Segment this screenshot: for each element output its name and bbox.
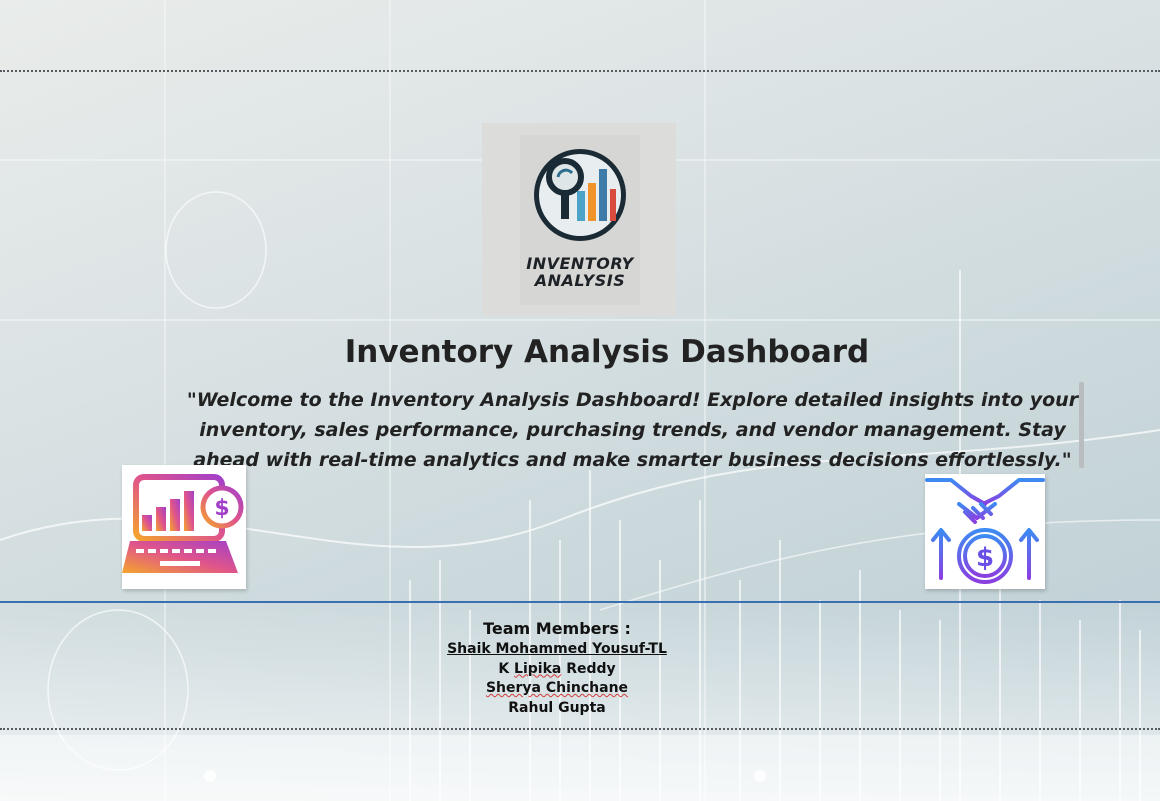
- svg-text:$: $: [214, 496, 229, 521]
- page-title: Inventory Analysis Dashboard: [344, 334, 870, 370]
- team-member: K Lipika Reddy: [498, 660, 616, 677]
- laptop-growth-dollar-icon: $: [122, 465, 246, 589]
- team-member: Rahul Gupta: [508, 699, 606, 716]
- top-divider: [0, 70, 1160, 72]
- team-members: Team Members : Shaik Mohammed Yousuf-TL …: [400, 618, 714, 718]
- scrollbar-thumb[interactable]: [1079, 382, 1084, 468]
- magnifier-bar-chart-icon: [534, 149, 626, 241]
- team-member-name-part: Sherya Chinchane: [485, 680, 629, 696]
- handshake-dollar-growth-icon: $: [925, 474, 1045, 589]
- team-heading: Team Members :: [483, 619, 631, 638]
- logo: INVENTORY ANALYSIS: [482, 123, 676, 316]
- team-member-name-part: Lipika: [514, 660, 562, 677]
- bottom-divider: [0, 728, 1160, 730]
- team-member: Sherya Chinchane: [400, 679, 714, 699]
- section-divider: [0, 601, 1160, 603]
- logo-text: INVENTORY ANALYSIS: [526, 254, 634, 290]
- svg-text:$: $: [976, 543, 994, 573]
- team-member: Shaik Mohammed Yousuf-TL: [447, 641, 667, 657]
- welcome-text: "Welcome to the Inventory Analysis Dashb…: [186, 389, 1079, 471]
